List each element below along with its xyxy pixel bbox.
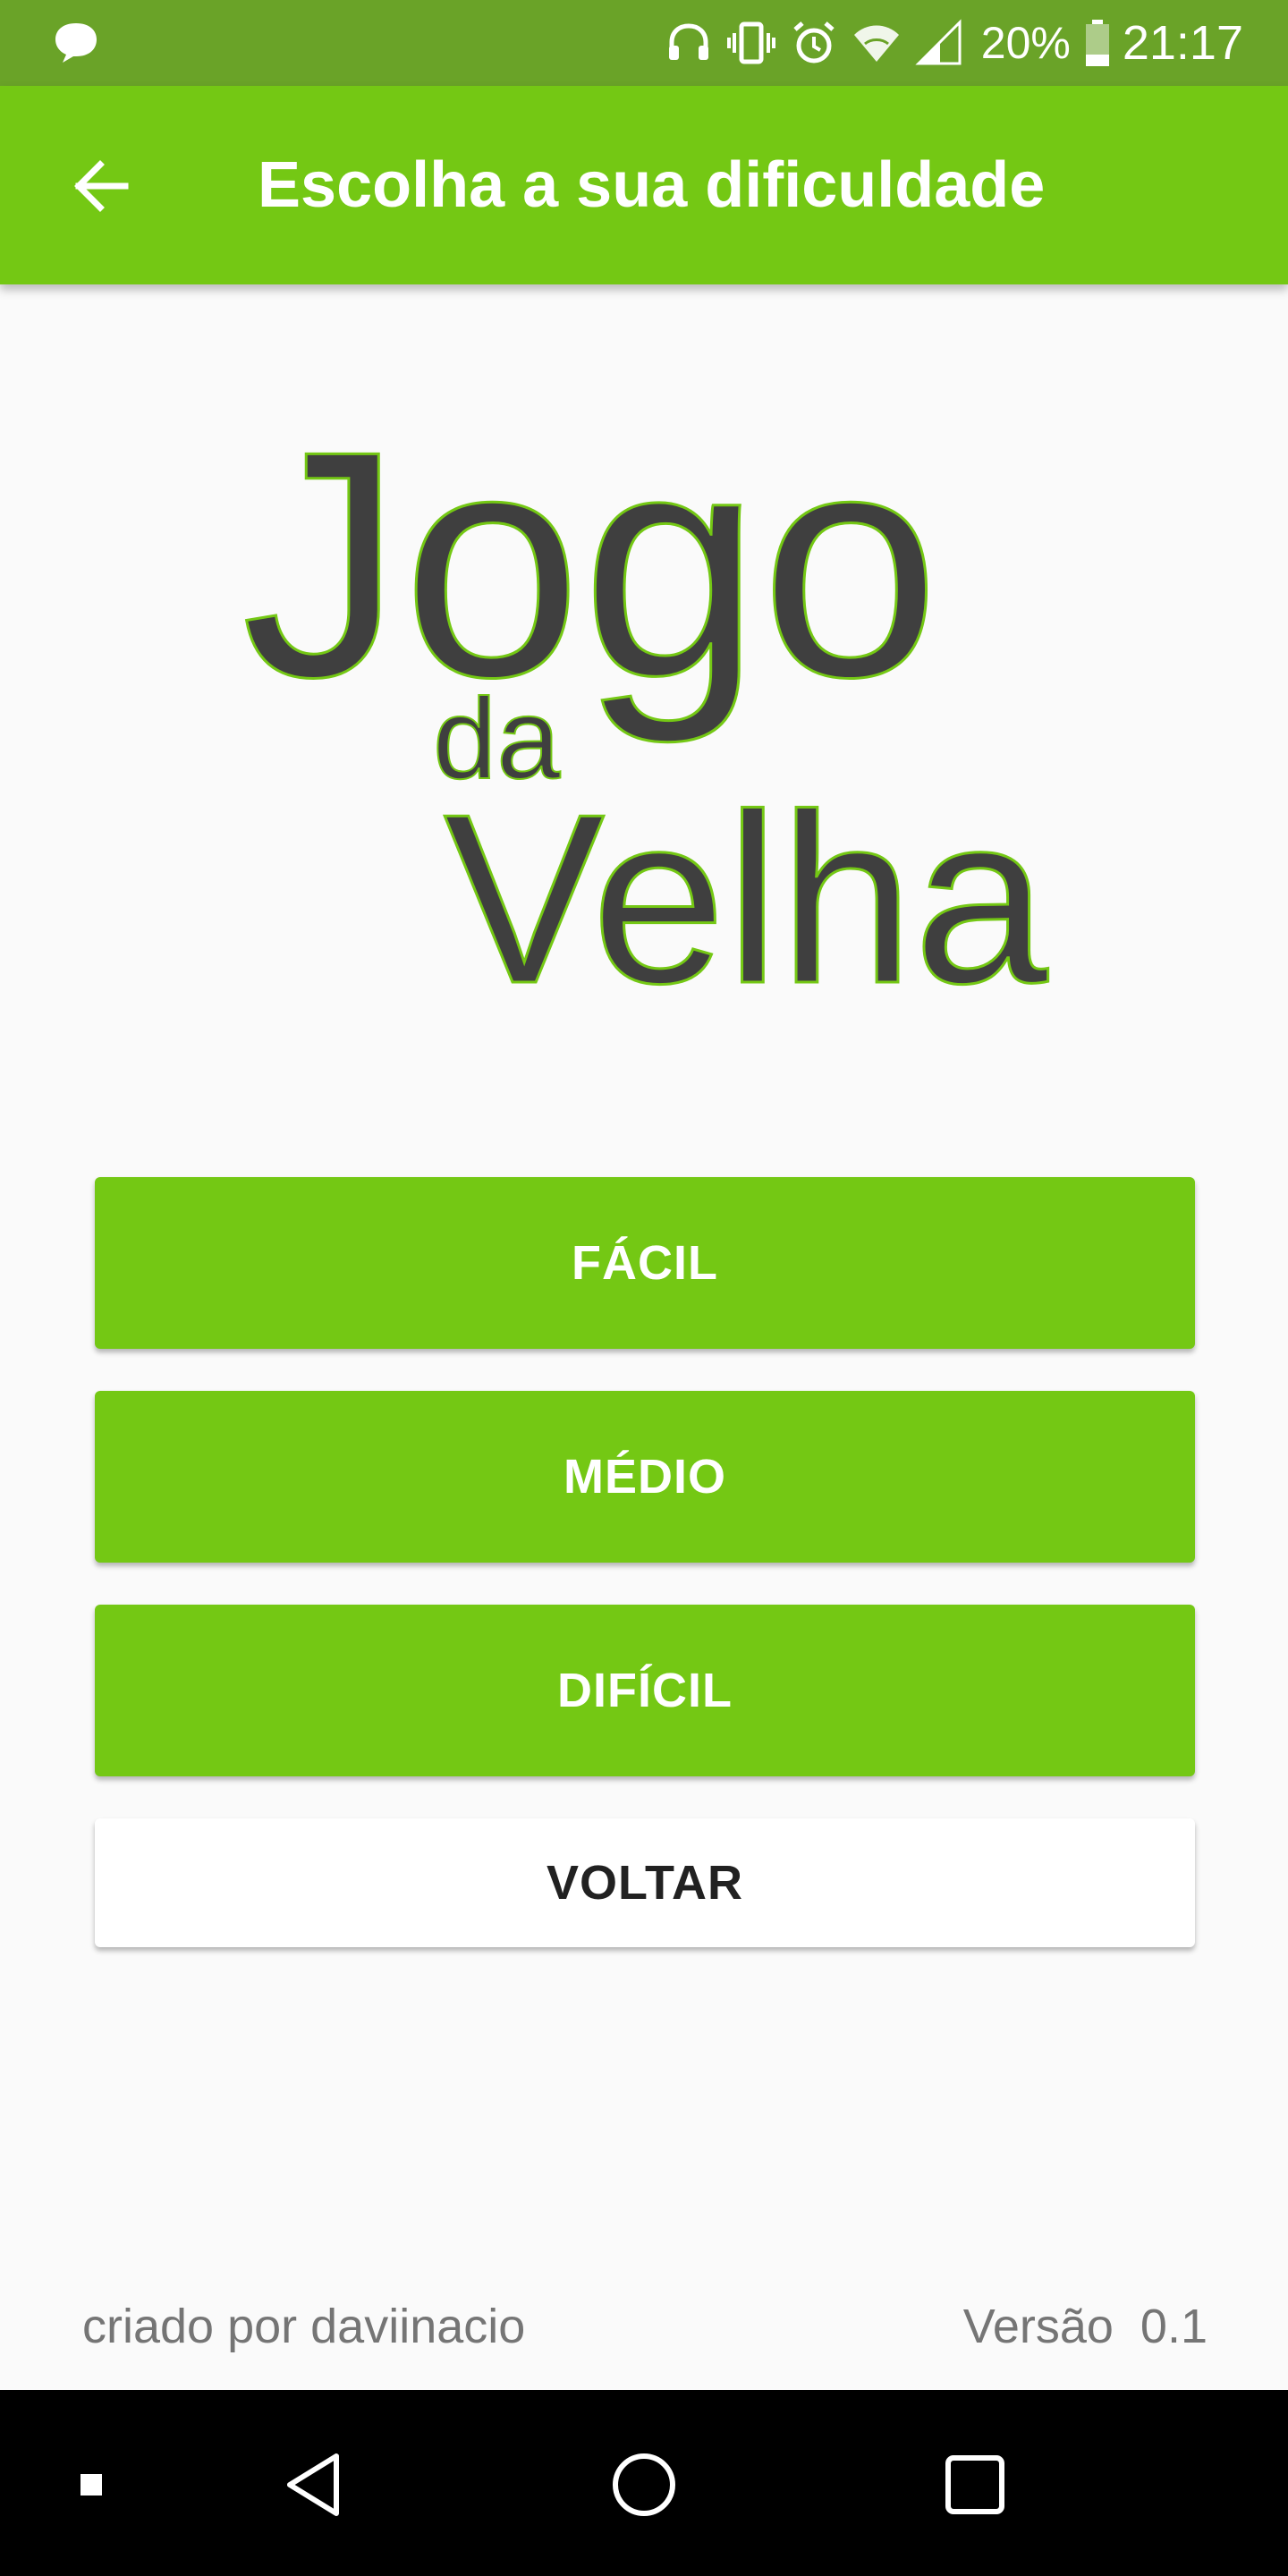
logo-word-velha: Velha	[444, 765, 1049, 1002]
author-credit: criado por daviinacio	[82, 2300, 526, 2353]
wifi-icon	[853, 25, 899, 62]
home-circle-icon[interactable]	[599, 2440, 689, 2529]
game-logo: Jogo da Velha	[0, 376, 1288, 1036]
headphones-icon	[668, 23, 708, 60]
battery-percentage: 20%	[980, 18, 1071, 68]
app-bar: Escolha a sua dificuldade	[0, 86, 1288, 284]
back-triangle-icon[interactable]	[268, 2440, 358, 2529]
recents-square-icon[interactable]	[930, 2440, 1020, 2529]
version-label: Versão 0.1	[962, 2300, 1208, 2353]
back-button[interactable]: VOLTAR	[95, 1818, 1195, 1947]
vibrate-icon	[726, 21, 775, 64]
navigation-bar	[0, 2390, 1288, 2576]
logo-word-jogo: Jogo	[242, 385, 940, 746]
chat-bubble-icon	[55, 23, 97, 63]
signal-icon	[915, 19, 962, 65]
page-title: Escolha a sua dificuldade	[258, 149, 1046, 221]
square-small-icon[interactable]	[47, 2440, 136, 2529]
hard-button[interactable]: DIFÍCIL	[95, 1605, 1195, 1776]
easy-button[interactable]: FÁCIL	[95, 1177, 1195, 1349]
alarm-icon	[793, 21, 835, 64]
clock: 21:17	[1122, 16, 1243, 70]
status-bar: 20% 21:17	[0, 0, 1288, 86]
battery-icon	[1085, 20, 1109, 66]
screen: 20% 21:17 Escolha a sua dificuldade Jogo…	[0, 0, 1288, 2576]
medium-button[interactable]: MÉDIO	[95, 1391, 1195, 1563]
arrow-left-icon[interactable]	[63, 148, 138, 224]
